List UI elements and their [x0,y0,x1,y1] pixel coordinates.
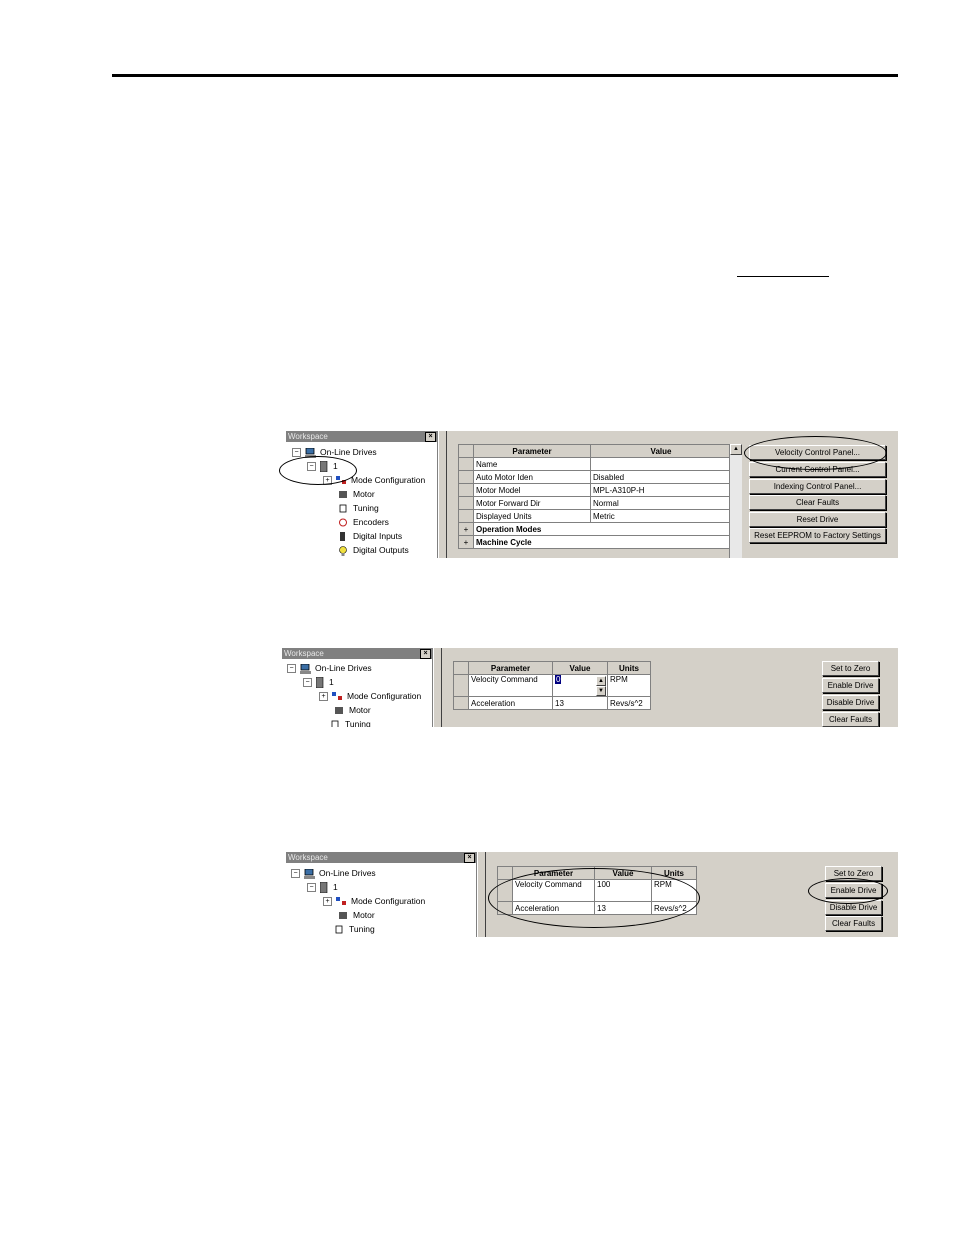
tree-item-digital-outputs[interactable]: Digital Outputs [338,544,409,557]
motor-icon [335,707,343,715]
tree-item-drive[interactable]: −1 [303,676,334,689]
highlight-ellipse [488,868,700,928]
drive-icon [320,882,328,894]
velocity-command-field[interactable]: 0 ▲ ▼ [552,674,608,697]
close-icon[interactable]: × [425,432,436,442]
close-icon[interactable]: × [464,853,475,863]
column-header-parameter: Parameter [473,444,591,458]
collapse-icon[interactable]: − [307,883,316,893]
table-scrollbar[interactable]: ▲ [729,444,742,558]
splitter[interactable] [433,648,442,727]
column-header-value: Value [552,661,608,675]
close-icon[interactable]: × [420,649,431,659]
spin-down-icon[interactable]: ▼ [596,686,606,696]
collapse-icon[interactable]: − [291,869,300,879]
tree-item-tuning[interactable]: Tuning [334,923,375,936]
computer-icon [300,663,311,674]
indexing-control-panel-button[interactable]: Indexing Control Panel... [749,479,886,494]
tree-item-drive[interactable]: −1 [307,881,338,894]
tree-item-digital-inputs[interactable]: Digital Inputs [338,530,402,543]
set-to-zero-button[interactable]: Set to Zero [822,661,879,676]
tree-item-online-drives[interactable]: − On-Line Drives [287,662,372,675]
highlight-ellipse [279,456,357,485]
mode-configuration-icon [336,897,346,906]
collapse-icon[interactable]: − [292,448,301,458]
highlight-ellipse [744,436,887,470]
table-row[interactable]: Acceleration 13 Revs/s^2 [453,696,651,710]
workspace-title: Workspace [286,431,437,442]
workspace-title: Workspace [282,648,432,659]
table-row[interactable]: Motor Model MPL-A310P-H [458,483,732,497]
tree-item-mode-configuration[interactable]: + Mode Configuration [323,895,425,908]
table-row[interactable]: Velocity Command 0 ▲ ▼ RPM [453,674,651,697]
drive-icon [316,677,324,689]
tree-item-tuning[interactable]: Tuning [338,502,379,515]
tree-item-online-drives[interactable]: − On-Line Drives [291,867,376,880]
collapse-icon[interactable]: − [287,664,296,674]
screenshot-velocity-panel: Workspace × − On-Line Drives −1 + Mode Con… [282,648,898,727]
disable-drive-button[interactable]: Disable Drive [822,695,879,710]
splitter[interactable] [438,431,447,558]
tuning-icon [339,504,347,513]
tuning-icon [331,720,339,727]
splitter[interactable] [477,852,486,937]
clear-faults-button[interactable]: Clear Faults [822,712,879,727]
table-row[interactable]: Auto Motor Iden Disabled [458,470,732,484]
mode-configuration-icon [332,692,342,701]
tree-item-motor[interactable]: Motor [338,909,375,922]
tree-item-mode-configuration[interactable]: + Mode Configuration [319,690,421,703]
clear-faults-button[interactable]: Clear Faults [825,916,882,931]
tree-item-encoders[interactable]: Encoders [338,516,389,529]
table-row[interactable]: Name [458,457,732,471]
encoder-icon [339,518,347,527]
workspace-title: Workspace [286,852,476,863]
table-row[interactable]: Displayed Units Metric [458,509,732,523]
tree-item-motor[interactable]: Motor [338,488,375,501]
reset-eeprom-button[interactable]: Reset EEPROM to Factory Settings [749,528,886,543]
workspace-panel: Workspace × − On-Line Drives −1 + Mode Con… [286,431,438,558]
header-rule [112,74,898,77]
expand-icon[interactable]: + [323,897,332,907]
computer-icon [304,868,315,879]
motor-icon [339,912,347,920]
tuning-icon [335,925,343,934]
tree-item-tuning[interactable]: Tuning [330,718,371,727]
reset-drive-button[interactable]: Reset Drive [749,512,886,527]
motor-icon [339,491,347,499]
spin-up-icon[interactable]: ▲ [596,676,606,686]
scroll-up-icon[interactable]: ▲ [730,444,742,455]
enable-drive-button[interactable]: Enable Drive [822,678,879,693]
column-header-value: Value [590,444,732,458]
group-row-machine-cycle[interactable]: + Machine Cycle [458,535,732,549]
digital-input-icon [340,532,345,542]
column-header-parameter: Parameter [468,661,553,675]
clear-faults-button[interactable]: Clear Faults [749,495,886,510]
expand-icon[interactable]: + [319,692,328,702]
column-header-units: Units [607,661,651,675]
parameter-table: Parameter Value Name Auto Motor Iden Disab… [458,444,732,549]
highlight-ellipse [808,878,888,904]
workspace-panel: Workspace × − On-Line Drives −1 + Mode Con… [282,648,433,727]
workspace-panel: Workspace × − On-Line Drives −1 + Mode Con… [286,852,477,937]
group-row-operation-modes[interactable]: + Operation Modes [458,522,732,536]
tree-item-motor[interactable]: Motor [334,704,371,717]
lightbulb-icon [339,545,347,556]
underline-mark [737,276,829,277]
velocity-parameter-table: Parameter Value Units Velocity Command 0 ▲ ▼ R… [453,661,651,710]
table-row[interactable]: Motor Forward Dir Normal [458,496,732,510]
collapse-icon[interactable]: − [303,678,312,688]
